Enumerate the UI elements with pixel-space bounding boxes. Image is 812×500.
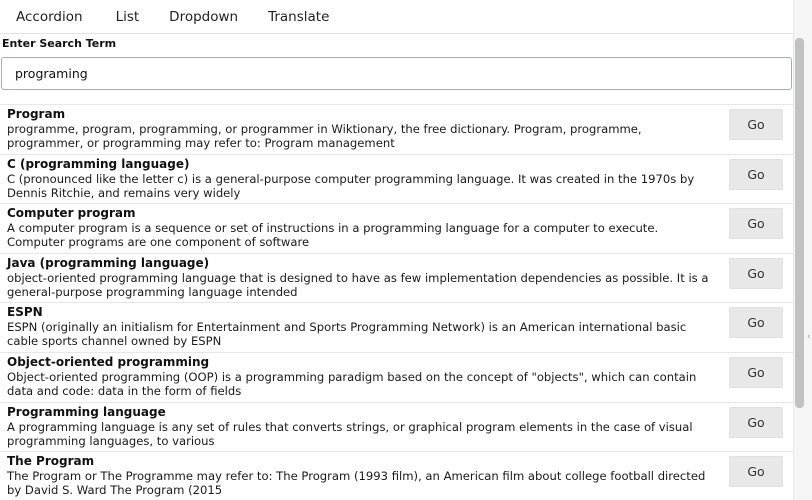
result-title: Java (programming language) [7,255,210,270]
chevron-icon: ‹ [807,332,811,342]
result-snippet: object-oriented programming language tha… [7,270,709,299]
nav-item-dropdown[interactable]: Dropdown [161,2,246,32]
list-item: The Program The Program or The Programme… [0,451,793,500]
result-title: Programming language [7,404,166,419]
scrollbar-thumb[interactable] [795,38,804,408]
list-item: Computer program A computer program is a… [0,203,793,253]
go-button[interactable]: Go [729,307,783,339]
result-snippet: A programming language is any set of rul… [7,419,693,448]
list-item: Programming language A programming langu… [0,401,793,452]
list-item: Java (programming language) object-orien… [0,252,793,303]
result-snippet: programme, program, programming, or prog… [7,122,642,150]
nav-item-translate[interactable]: Translate [260,2,337,32]
list-item: C (programming language) C (pronounced l… [0,153,793,204]
result-title: Computer program [7,206,136,221]
result-snippet: The Program or The Programme may refer t… [7,469,706,498]
nav-item-accordion[interactable]: Accordion [8,2,91,32]
result-title: ESPN [7,305,43,320]
list-item: Program programme, program, programming,… [0,104,793,154]
go-button[interactable]: Go [729,208,783,240]
result-title: Program [7,107,66,121]
result-snippet: C (pronounced like the letter c) is a ge… [7,171,695,200]
top-nav: Accordion List Dropdown Translate [0,0,812,34]
go-button[interactable]: Go [729,158,783,190]
go-button[interactable]: Go [729,456,783,488]
results-list: Program programme, program, programming,… [0,104,793,500]
go-button[interactable]: Go [729,356,783,388]
list-item: ESPN ESPN (originally an initialism for … [0,302,793,352]
result-title: C (programming language) [7,156,190,171]
result-title: Object-oriented programming [7,354,210,369]
go-button[interactable]: Go [729,109,783,140]
result-snippet: Object-oriented programming (OOP) is a p… [7,369,697,398]
result-title: The Program [7,454,95,469]
list-item: Object-oriented programming Object-orien… [0,351,793,402]
search-input[interactable] [1,57,792,90]
result-snippet: ESPN (originally an initialism for Enter… [7,320,687,349]
go-button[interactable]: Go [729,257,783,289]
search-label: Enter Search Term [2,37,117,50]
nav-item-list[interactable]: List [108,2,148,32]
go-button[interactable]: Go [729,406,783,438]
result-snippet: A computer program is a sequence or set … [7,221,659,250]
